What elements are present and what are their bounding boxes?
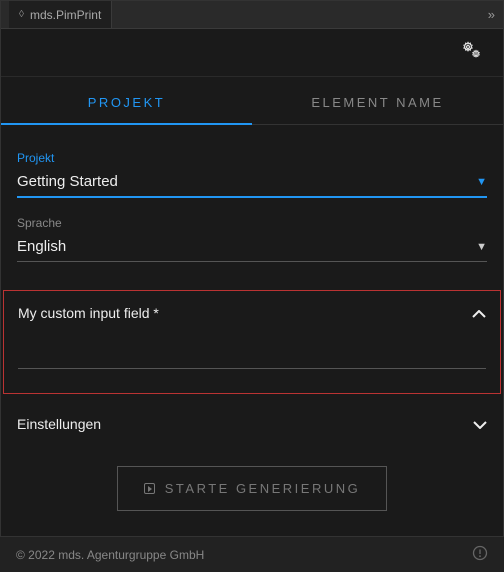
custom-field-label: My custom input field * bbox=[18, 305, 159, 321]
dropdown-caret-icon: ▼ bbox=[476, 241, 487, 253]
footer: © 2022 mds. Agenturgruppe GmbH bbox=[0, 536, 504, 572]
language-value: English bbox=[17, 238, 66, 255]
panel-tab[interactable]: ◊ mds.PimPrint bbox=[9, 1, 112, 28]
settings-label: Einstellungen bbox=[17, 416, 101, 432]
chevron-down-icon bbox=[473, 417, 487, 432]
settings-accordion[interactable]: Einstellungen bbox=[17, 398, 487, 440]
generate-button-wrap: STARTE GENERIERUNG bbox=[17, 466, 487, 511]
tab-bar: PROJEKT ELEMENT NAME bbox=[1, 77, 503, 125]
expand-arrow-icon[interactable]: » bbox=[488, 7, 495, 22]
tab-projekt-label: PROJEKT bbox=[88, 95, 165, 110]
dropdown-caret-icon: ▼ bbox=[476, 176, 487, 188]
tab-element-name[interactable]: ELEMENT NAME bbox=[252, 77, 503, 124]
custom-input[interactable] bbox=[18, 341, 486, 369]
custom-field-header[interactable]: My custom input field * bbox=[18, 305, 486, 321]
project-field: Projekt Getting Started ▼ bbox=[17, 151, 487, 198]
drag-handle-icon: ◊ bbox=[19, 9, 24, 20]
tab-element-label: ELEMENT NAME bbox=[311, 95, 443, 110]
project-select[interactable]: Getting Started ▼ bbox=[17, 169, 487, 198]
chevron-up-icon bbox=[472, 306, 486, 321]
panel-title: mds.PimPrint bbox=[30, 8, 101, 22]
play-icon bbox=[144, 483, 155, 494]
generate-button-label: STARTE GENERIERUNG bbox=[165, 481, 360, 496]
copyright-text: © 2022 mds. Agenturgruppe GmbH bbox=[16, 548, 204, 562]
start-generation-button[interactable]: STARTE GENERIERUNG bbox=[117, 466, 387, 511]
project-label: Projekt bbox=[17, 151, 487, 165]
language-label: Sprache bbox=[17, 216, 487, 230]
content-area: Projekt Getting Started ▼ Sprache Englis… bbox=[1, 125, 503, 527]
language-select[interactable]: English ▼ bbox=[17, 234, 487, 262]
title-bar: ◊ mds.PimPrint » bbox=[1, 1, 503, 29]
alert-clock-icon[interactable] bbox=[472, 545, 488, 565]
settings-gear-icon[interactable] bbox=[461, 40, 483, 65]
custom-field-highlight: My custom input field * bbox=[3, 290, 501, 394]
tab-projekt[interactable]: PROJEKT bbox=[1, 77, 252, 124]
language-field: Sprache English ▼ bbox=[17, 216, 487, 262]
toolbar bbox=[1, 29, 503, 77]
project-value: Getting Started bbox=[17, 173, 118, 190]
